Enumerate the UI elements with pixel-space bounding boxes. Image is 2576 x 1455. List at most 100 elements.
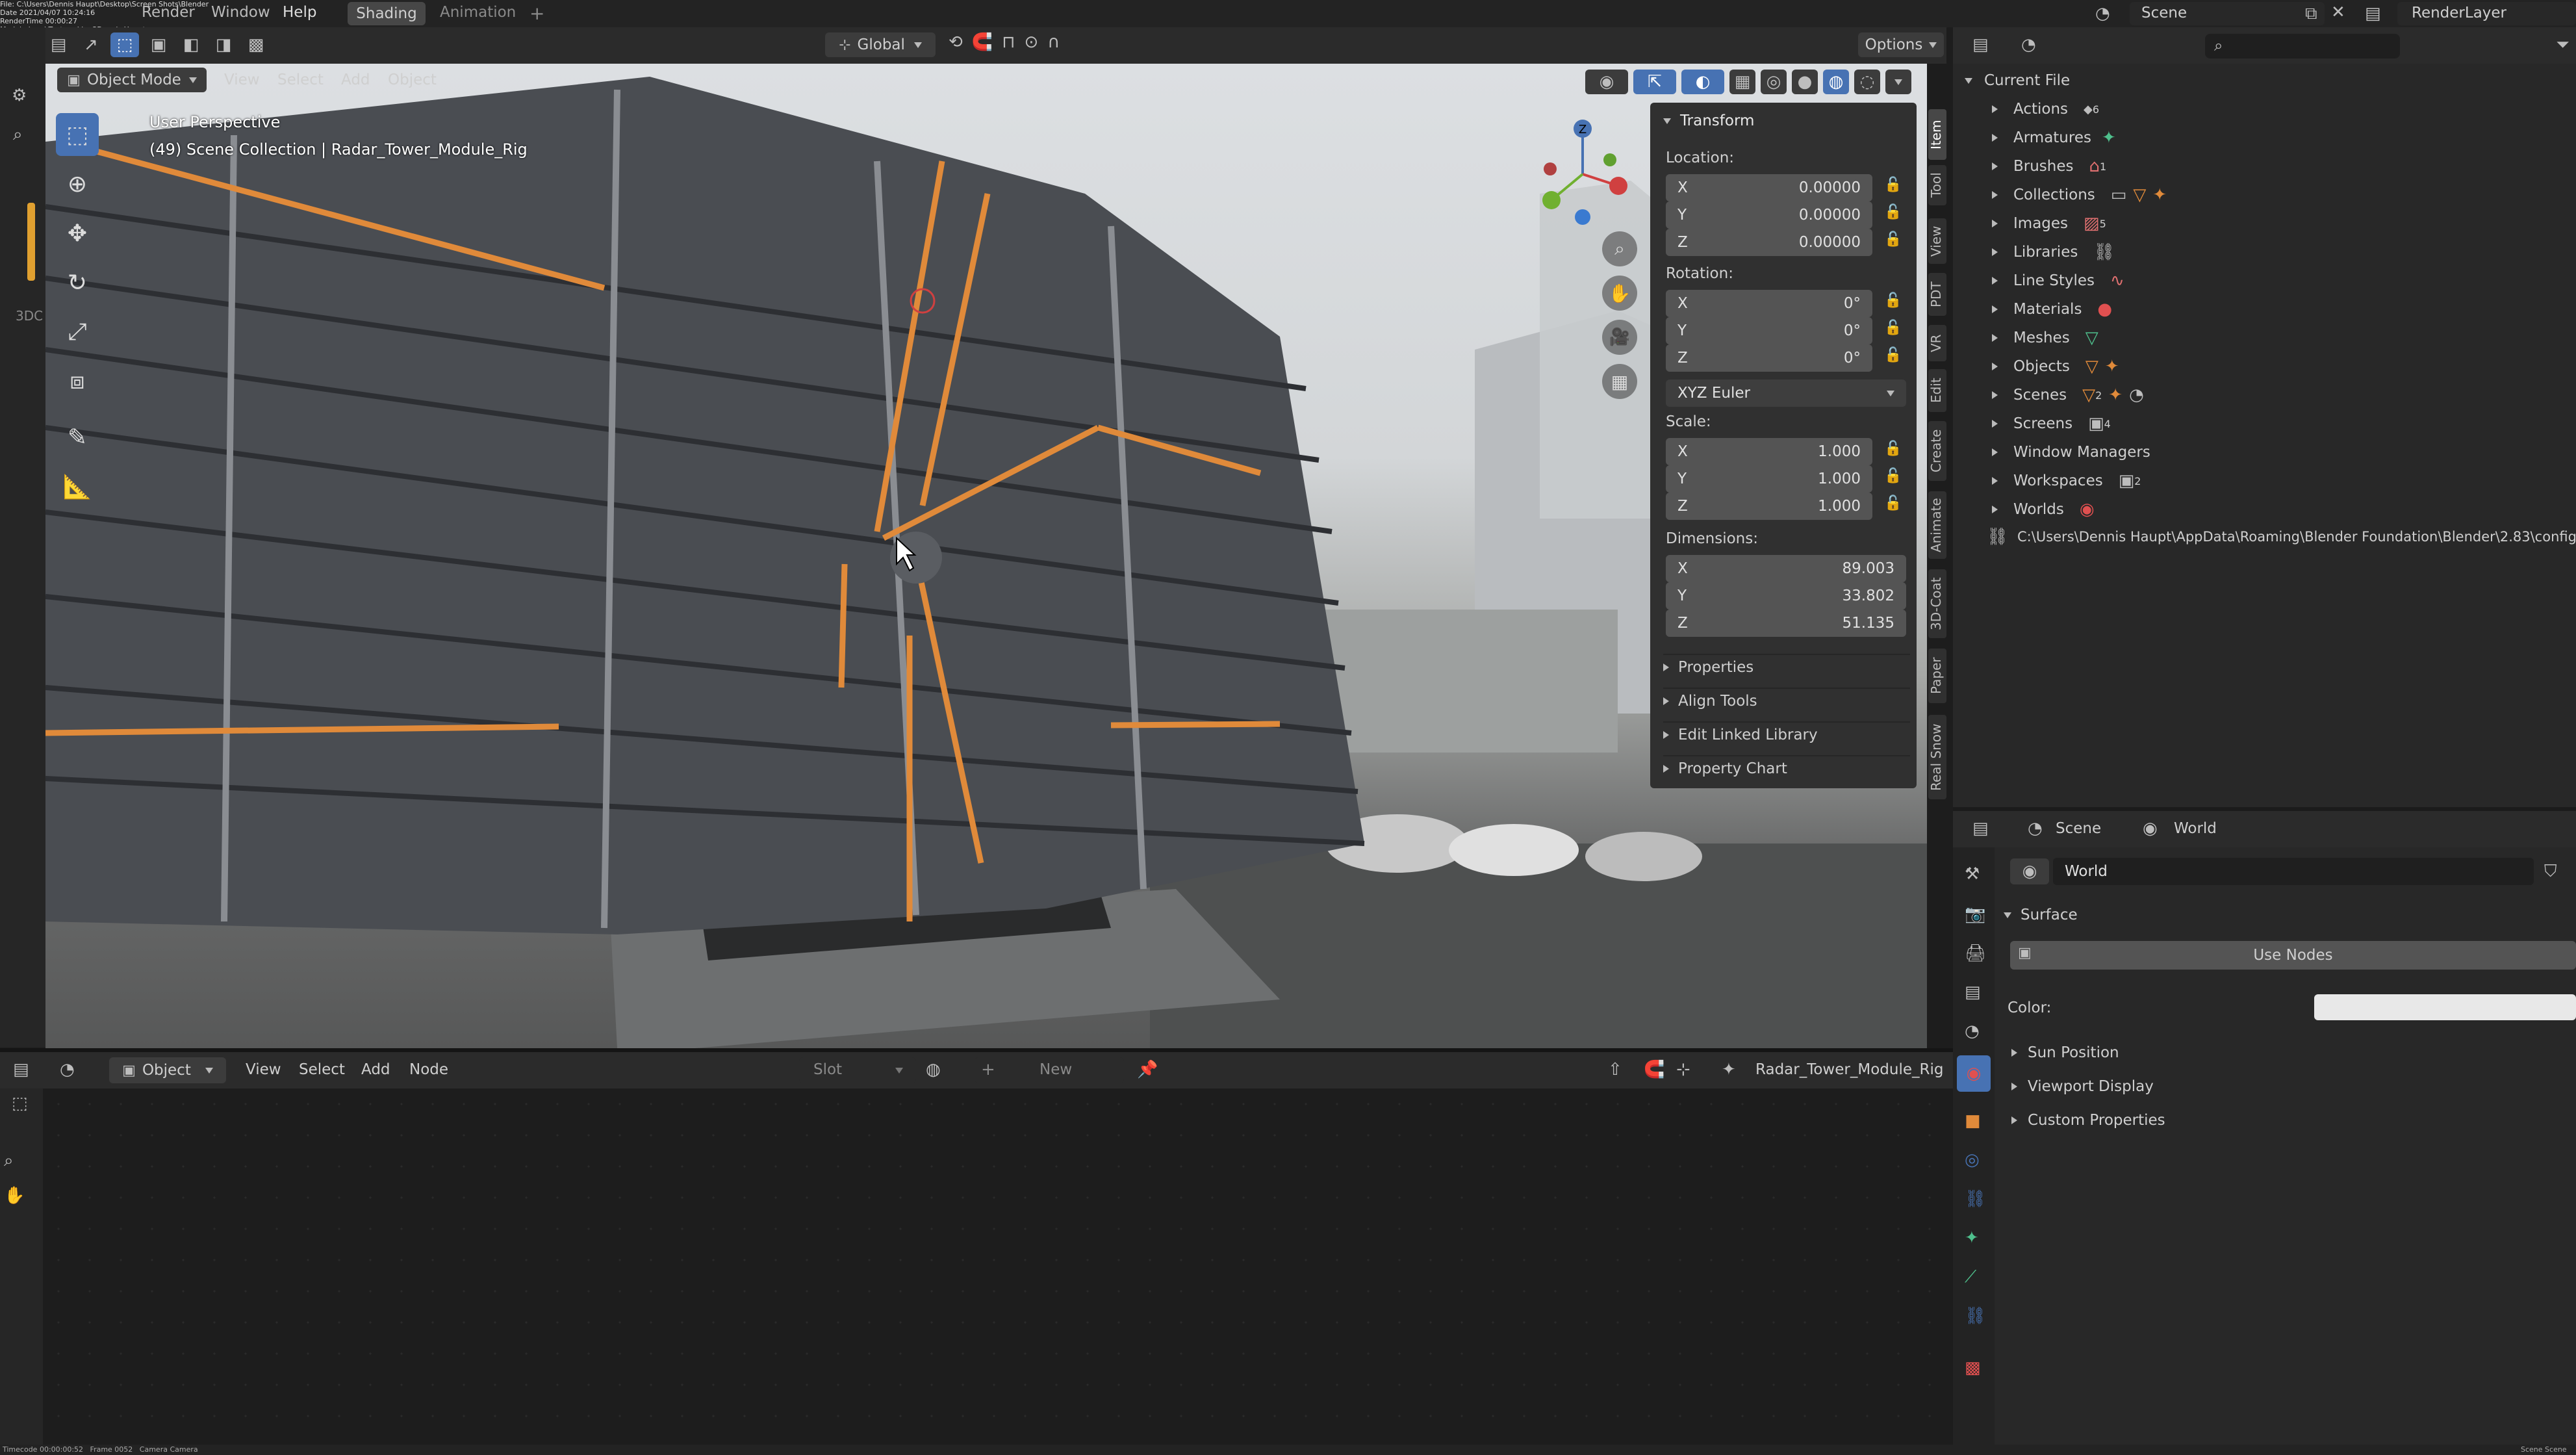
dimensions-z[interactable]: Z 51.135 <box>1666 610 1906 637</box>
snap-icon[interactable]: 🧲 <box>1644 1060 1664 1079</box>
zoom-icon[interactable]: ⌕ <box>1602 231 1637 266</box>
vp-menu-object[interactable]: Object <box>388 71 437 88</box>
rotation-mode-select[interactable]: XYZ Euler <box>1666 380 1906 407</box>
outliner-item-armatures[interactable]: Armatures ✦ <box>1992 125 2116 151</box>
section-align-tools[interactable]: Align Tools <box>1663 688 1910 714</box>
camera-view-icon[interactable]: 🎥 <box>1602 320 1637 355</box>
view-layer-selector[interactable]: RenderLayer <box>2397 2 2576 25</box>
menu-help[interactable]: Help <box>283 4 316 21</box>
pan-hand-icon[interactable]: ✋ <box>1602 276 1637 311</box>
breadcrumb-scene[interactable]: Scene <box>2056 820 2101 837</box>
scale-z[interactable]: Z 1.000 <box>1666 493 1872 520</box>
new-scene-icon[interactable]: ⧉ <box>2305 4 2317 24</box>
physics-tab-icon[interactable]: ◎ <box>1965 1150 1980 1170</box>
tab-view[interactable]: View <box>1928 218 1946 264</box>
gizmo-toggle-icon[interactable]: ⇱ <box>1633 70 1676 94</box>
delete-scene-icon[interactable]: ✕ <box>2331 3 2345 22</box>
rotation-x[interactable]: X 0° <box>1666 290 1872 317</box>
new-material-button[interactable]: + New <box>975 1057 1124 1083</box>
rotate-tool-icon[interactable]: ↻ <box>56 261 99 304</box>
filter-icon[interactable]: ⏷ <box>2556 35 2570 55</box>
transform-tool-icon[interactable]: ⧈ <box>56 360 99 403</box>
location-x[interactable]: X 0.00000 <box>1666 174 1872 201</box>
visibility-icon[interactable]: ◉ <box>1585 70 1628 94</box>
outliner-item-workspaces[interactable]: Workspaces ▣ 2 <box>1992 468 2141 494</box>
pin-icon[interactable]: 📌 <box>1137 1060 1158 1079</box>
constraints-tab-icon[interactable]: ⛓ <box>1965 1189 1986 1209</box>
annotate-tool-icon[interactable]: ✎ <box>56 416 99 459</box>
scene-tab-icon[interactable]: ◔ <box>1965 1022 1980 1041</box>
section-edit-linked-library[interactable]: Edit Linked Library <box>1663 721 1910 747</box>
lock-icon[interactable]: 🔓 <box>1884 320 1902 336</box>
cursor-tool-icon[interactable]: ⊕ <box>56 162 99 205</box>
world-name-field[interactable]: World <box>2053 858 2534 885</box>
node-editor-type-icon[interactable]: ▤ <box>13 1060 29 1079</box>
ne-menu-add[interactable]: Add <box>361 1061 390 1078</box>
outliner-item-materials[interactable]: Materials ● <box>1992 296 2112 322</box>
outliner-item-meshes[interactable]: Meshes ▽ <box>1992 325 2098 351</box>
scale-y[interactable]: Y 1.000 <box>1666 465 1872 493</box>
object-type-selector[interactable]: ▣ Object <box>109 1057 226 1083</box>
menu-render[interactable]: Render <box>142 4 195 21</box>
pan-hand-icon[interactable]: ✋ <box>4 1186 25 1205</box>
tab-shading[interactable]: Shading <box>348 2 426 25</box>
lock-icon[interactable]: 🔓 <box>1884 468 1902 484</box>
render-tab-icon[interactable]: 📷 <box>1965 905 1985 924</box>
mode-selector[interactable]: ▣ Object Mode <box>57 68 207 92</box>
slot-selector[interactable]: Slot <box>799 1057 916 1083</box>
pivot-icon[interactable]: ⟲ <box>949 32 963 52</box>
tab-paper[interactable]: Paper <box>1928 649 1946 703</box>
outliner-item-scenes[interactable]: Scenes ▽ 2 ✦ ◔ <box>1992 382 2144 408</box>
overlay-toggle-icon[interactable]: ◐ <box>1681 70 1724 94</box>
lock-icon[interactable]: 🔓 <box>1884 347 1902 363</box>
tab-create[interactable]: Create <box>1928 421 1946 481</box>
tab-tool[interactable]: Tool <box>1928 165 1946 205</box>
menu-window[interactable]: Window <box>211 4 270 21</box>
parent-node-icon[interactable]: ⇧ <box>1608 1060 1622 1079</box>
rotation-y[interactable]: Y 0° <box>1666 317 1872 344</box>
lock-icon[interactable]: 🔓 <box>1884 292 1902 309</box>
select-extend-icon[interactable]: ◧ <box>178 32 204 57</box>
snap-icon[interactable]: 🧲 <box>972 32 993 52</box>
output-tab-icon[interactable]: 🖨 <box>1965 944 1986 963</box>
scale-tool-icon[interactable]: ⤢ <box>56 311 99 354</box>
section-viewport-display[interactable]: Viewport Display <box>2011 1074 2154 1100</box>
xray-icon[interactable]: ▦ <box>1729 70 1755 94</box>
location-z[interactable]: Z 0.00000 <box>1666 229 1872 256</box>
render-shading-icon[interactable]: ◌ <box>1854 70 1880 94</box>
select-subtract-icon[interactable]: ◨ <box>210 32 236 57</box>
outliner-item-images[interactable]: Images ▨ 5 <box>1992 211 2106 237</box>
navigation-gizmo[interactable]: Z <box>1524 114 1641 244</box>
use-nodes-button[interactable]: ▣ Use Nodes <box>2010 941 2576 970</box>
tab-vr[interactable]: VR <box>1928 325 1946 361</box>
ne-menu-select[interactable]: Select <box>299 1061 345 1078</box>
solid-shading-icon[interactable]: ● <box>1792 70 1818 94</box>
ne-menu-node[interactable]: Node <box>409 1061 448 1078</box>
material-shading-icon[interactable]: ◍ <box>1823 70 1849 94</box>
material-browse-icon[interactable]: ◍ <box>926 1060 941 1079</box>
object-tab-icon[interactable]: ■ <box>1965 1111 1981 1131</box>
vp-menu-add[interactable]: Add <box>341 71 370 88</box>
outliner-item-libraries[interactable]: Libraries ⛓ <box>1992 239 2115 265</box>
world-browse-icon[interactable]: ◉ <box>2010 858 2049 884</box>
ne-menu-view[interactable]: View <box>246 1061 281 1078</box>
select-tool-icon[interactable]: ⬚ <box>12 1094 28 1113</box>
outliner-library-path[interactable]: ⛓ C:\Users\Dennis Haupt\AppData\Roaming\… <box>1987 524 2576 550</box>
outliner-item-line-styles[interactable]: Line Styles ∿ <box>1992 268 2124 294</box>
lock-icon[interactable]: 🔓 <box>1884 495 1902 511</box>
section-sun-position[interactable]: Sun Position <box>2011 1040 2119 1066</box>
shader-type-icon[interactable]: ◔ <box>60 1060 75 1079</box>
section-property-chart[interactable]: Property Chart <box>1663 755 1910 781</box>
select-new-icon[interactable]: ▣ <box>146 32 172 57</box>
select-tool-icon[interactable]: ⬚ <box>56 113 99 156</box>
tool-tab-icon[interactable]: ⚒ <box>1965 864 1980 884</box>
transform-header[interactable]: Transform <box>1663 108 1754 134</box>
bone-tab-icon[interactable]: ⟋ <box>1965 1267 1976 1287</box>
search-icon[interactable]: ⌕ <box>13 125 23 145</box>
measure-tool-icon[interactable]: 📐 <box>56 465 99 508</box>
add-workspace-button[interactable]: + <box>529 3 544 24</box>
breadcrumb-world[interactable]: World <box>2174 820 2217 837</box>
outliner-item-objects[interactable]: Objects ▽ ✦ <box>1992 354 2119 380</box>
select-box-icon[interactable]: ⬚ <box>110 32 139 57</box>
world-tab[interactable]: ◉ <box>1957 1055 1991 1092</box>
